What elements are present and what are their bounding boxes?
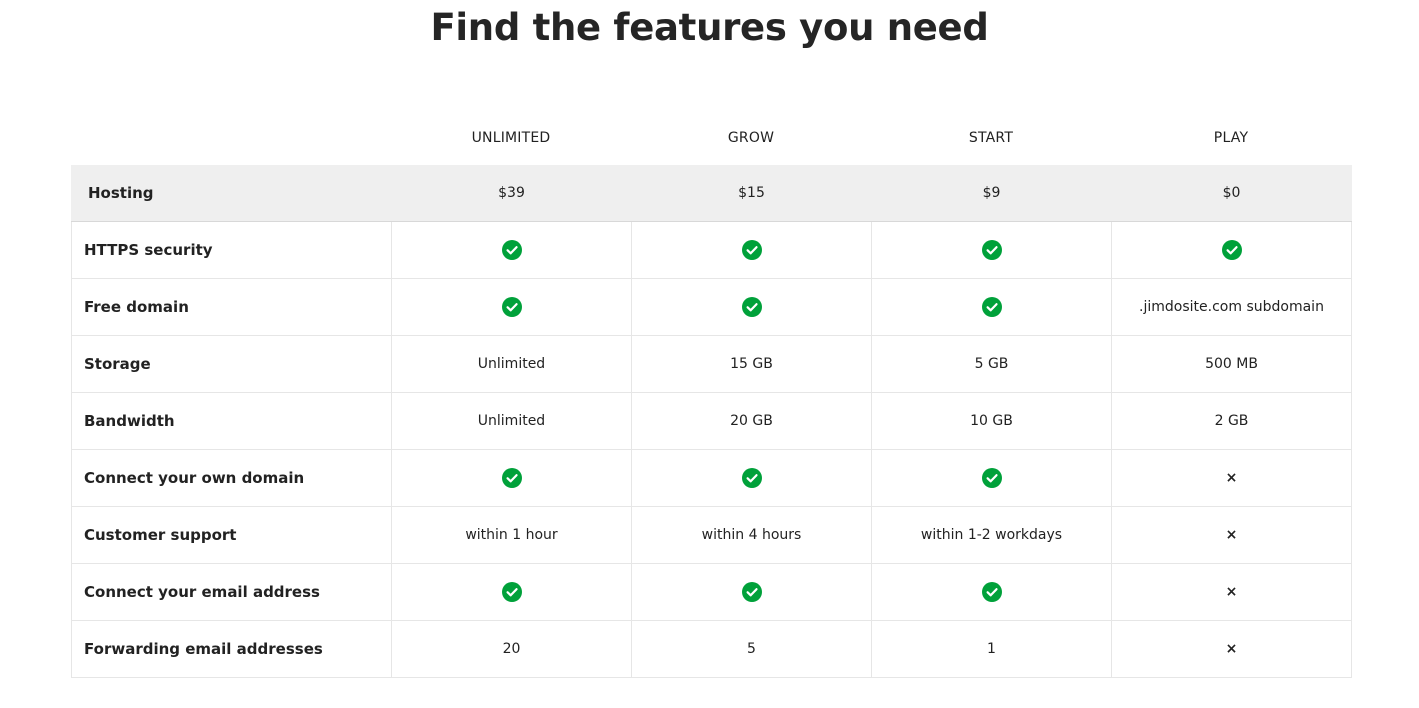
feature-label: Connect your email address bbox=[71, 563, 392, 621]
cross-icon: × bbox=[1225, 641, 1238, 657]
check-icon bbox=[502, 240, 522, 260]
feature-row-connect-your-own-domain: Connect your own domain × bbox=[71, 449, 1352, 507]
cell-start: 5 GB bbox=[871, 335, 1112, 393]
cell-grow: 15 GB bbox=[631, 335, 872, 393]
cell-unlimited: $39 bbox=[391, 165, 632, 222]
feature-label: Connect your own domain bbox=[71, 449, 392, 507]
cell-unlimited bbox=[391, 449, 632, 507]
cell-play: × bbox=[1111, 563, 1352, 621]
cell-play: × bbox=[1111, 449, 1352, 507]
feature-row-forwarding-email-addresses: Forwarding email addresses 20 5 1 × bbox=[71, 620, 1352, 678]
feature-row-free-domain: Free domain .jimdosite.com subdomain bbox=[71, 278, 1352, 336]
check-icon bbox=[982, 468, 1002, 488]
cell-grow: within 4 hours bbox=[631, 506, 872, 564]
cell-play: $0 bbox=[1111, 165, 1352, 222]
cell-play: 2 GB bbox=[1111, 392, 1352, 450]
check-icon bbox=[742, 468, 762, 488]
page-title: Find the features you need bbox=[430, 6, 989, 49]
cell-start: 10 GB bbox=[871, 392, 1112, 450]
cell-grow: $15 bbox=[631, 165, 872, 222]
check-icon bbox=[1222, 240, 1242, 260]
check-icon bbox=[982, 240, 1002, 260]
feature-label: Customer support bbox=[71, 506, 392, 564]
cell-grow bbox=[631, 563, 872, 621]
cell-start bbox=[871, 563, 1112, 621]
cell-grow bbox=[631, 221, 872, 279]
check-icon bbox=[502, 468, 522, 488]
feature-row-hosting: Hosting $39 $15 $9 $0 bbox=[71, 165, 1352, 222]
cell-play: × bbox=[1111, 506, 1352, 564]
cross-icon: × bbox=[1225, 470, 1238, 486]
check-icon bbox=[982, 582, 1002, 602]
feature-row-https-security: HTTPS security bbox=[71, 221, 1352, 279]
features-comparison-table: Hosting $39 $15 $9 $0 HTTPS security Free doma… bbox=[71, 165, 1352, 678]
feature-label: Forwarding email addresses bbox=[71, 620, 392, 678]
plan-header-unlimited: UNLIMITED bbox=[471, 130, 551, 146]
feature-label: Free domain bbox=[71, 278, 392, 336]
check-icon bbox=[742, 297, 762, 317]
check-icon bbox=[742, 240, 762, 260]
cell-unlimited: 20 bbox=[391, 620, 632, 678]
cell-unlimited bbox=[391, 563, 632, 621]
cell-start: within 1-2 workdays bbox=[871, 506, 1112, 564]
cell-grow: 5 bbox=[631, 620, 872, 678]
feature-row-bandwidth: Bandwidth Unlimited 20 GB 10 GB 2 GB bbox=[71, 392, 1352, 450]
feature-row-storage: Storage Unlimited 15 GB 5 GB 500 MB bbox=[71, 335, 1352, 393]
check-icon bbox=[502, 297, 522, 317]
cell-play: .jimdosite.com subdomain bbox=[1111, 278, 1352, 336]
cell-play bbox=[1111, 221, 1352, 279]
cell-play: × bbox=[1111, 620, 1352, 678]
feature-label: Storage bbox=[71, 335, 392, 393]
cell-unlimited: Unlimited bbox=[391, 392, 632, 450]
check-icon bbox=[742, 582, 762, 602]
cell-grow bbox=[631, 449, 872, 507]
cell-grow: 20 GB bbox=[631, 392, 872, 450]
cell-start bbox=[871, 449, 1112, 507]
cell-start bbox=[871, 221, 1112, 279]
feature-row-customer-support: Customer support within 1 hour within 4 ho… bbox=[71, 506, 1352, 564]
plan-header-grow: GROW bbox=[727, 130, 775, 146]
cell-unlimited: within 1 hour bbox=[391, 506, 632, 564]
cell-start bbox=[871, 278, 1112, 336]
check-icon bbox=[502, 582, 522, 602]
feature-row-connect-your-email-address: Connect your email address × bbox=[71, 563, 1352, 621]
cell-grow bbox=[631, 278, 872, 336]
cell-unlimited: Unlimited bbox=[391, 335, 632, 393]
cell-unlimited bbox=[391, 221, 632, 279]
cross-icon: × bbox=[1225, 527, 1238, 543]
feature-label: Hosting bbox=[71, 165, 392, 222]
cross-icon: × bbox=[1225, 584, 1238, 600]
plan-header-start: START bbox=[968, 130, 1014, 146]
check-icon bbox=[982, 297, 1002, 317]
feature-label: Bandwidth bbox=[71, 392, 392, 450]
features-table-body: Hosting $39 $15 $9 $0 HTTPS security Free doma… bbox=[71, 165, 1352, 678]
plan-header-play: PLAY bbox=[1213, 130, 1249, 146]
cell-start: 1 bbox=[871, 620, 1112, 678]
cell-start: $9 bbox=[871, 165, 1112, 222]
cell-play: 500 MB bbox=[1111, 335, 1352, 393]
cell-unlimited bbox=[391, 278, 632, 336]
feature-label: HTTPS security bbox=[71, 221, 392, 279]
